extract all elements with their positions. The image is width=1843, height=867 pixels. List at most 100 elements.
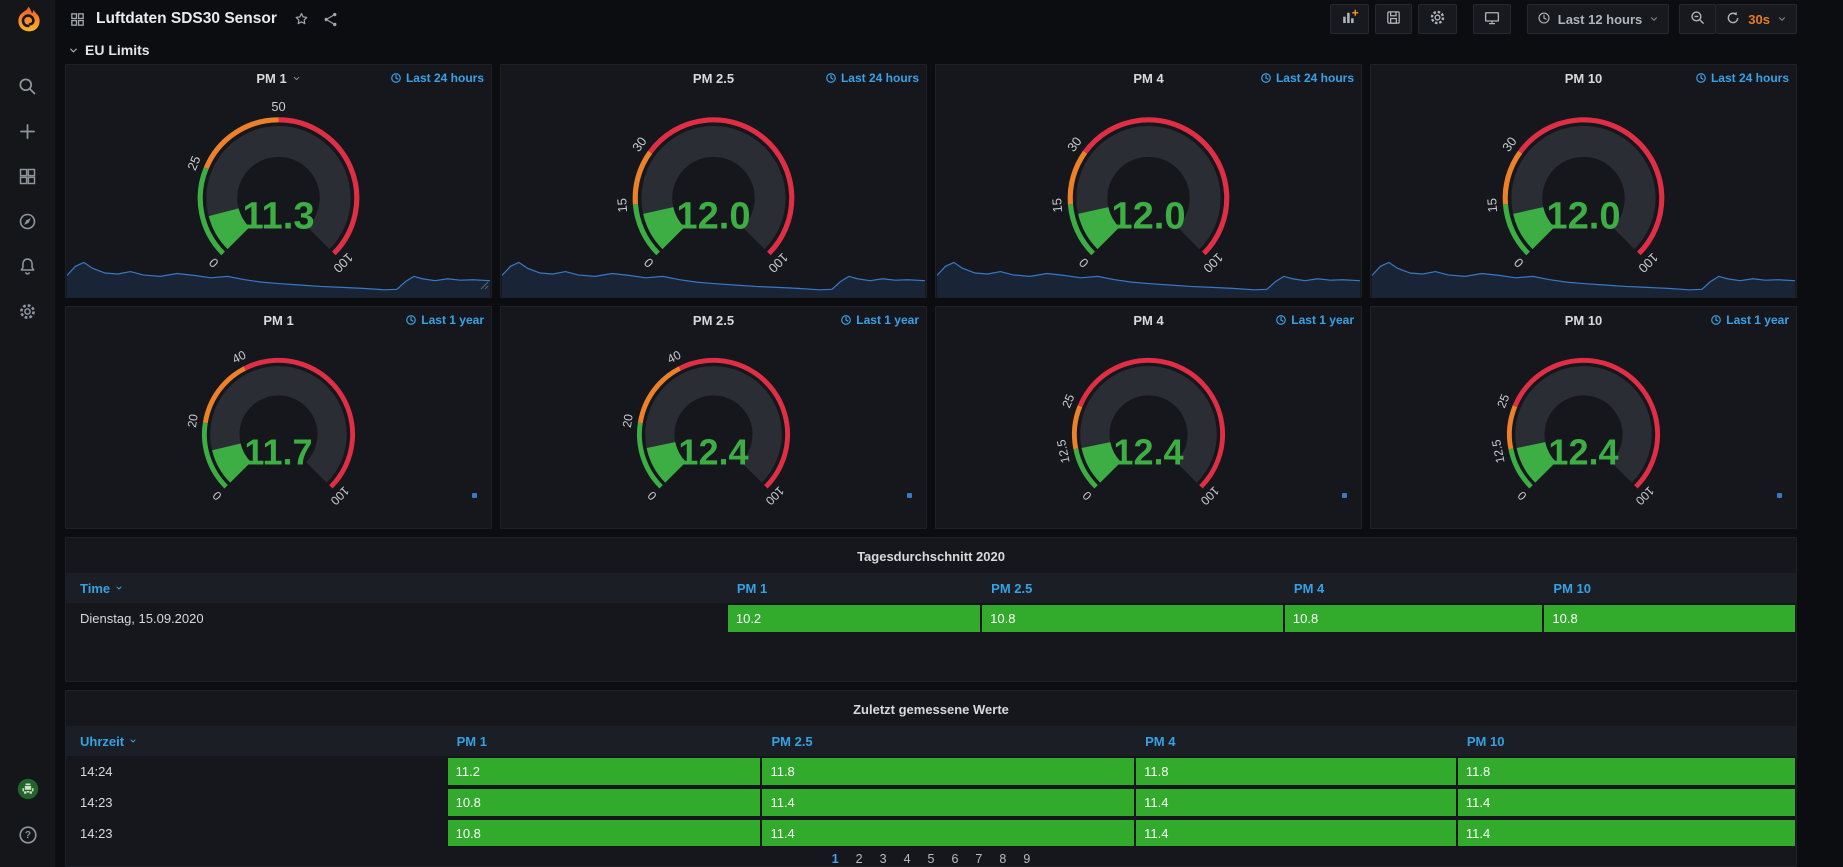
- gauge-tick-label: 15: [1049, 198, 1065, 213]
- pagination-page-9[interactable]: 9: [1023, 852, 1030, 866]
- sparkline-point: [907, 493, 912, 498]
- main-area: Luftdaten SDS30 Sensor Last 12 hours 30s…: [55, 0, 1843, 867]
- panel-time-range-link[interactable]: Last 24 hours: [825, 71, 919, 85]
- table-cell-value: 10.8: [447, 818, 762, 846]
- table-column-header-pm-4[interactable]: PM 4: [1284, 581, 1544, 596]
- panel-time-range-link[interactable]: Last 24 hours: [390, 71, 484, 85]
- gauge: 0 15 30 100 12.0: [1049, 117, 1230, 276]
- sidebar-item-explore[interactable]: [13, 209, 43, 233]
- table-column-header-uhrzeit[interactable]: Uhrzeit: [66, 734, 447, 749]
- panel-title[interactable]: PM 2.5: [693, 71, 734, 86]
- panel-title[interactable]: PM 4: [1133, 313, 1163, 328]
- panel-resize-handle[interactable]: [480, 277, 489, 295]
- gauge: 0 20 40 100 11.7: [185, 348, 356, 508]
- gauge-body: 0 15 30 100 12.0: [936, 91, 1361, 297]
- dashboard-title[interactable]: Luftdaten SDS30 Sensor: [96, 10, 277, 28]
- sidebar-item-search[interactable]: [13, 74, 43, 98]
- table-column-header-pm-1[interactable]: PM 1: [447, 734, 762, 749]
- panel-time-range-link[interactable]: Last 24 hours: [1695, 71, 1789, 85]
- gauge-tick-label: 15: [614, 198, 630, 213]
- sidebar-item-alerting[interactable]: [13, 254, 43, 278]
- zoom-out-icon: [1689, 9, 1706, 29]
- table-column-header-time[interactable]: Time: [66, 581, 727, 596]
- table-column-header-pm-2-5[interactable]: PM 2.5: [761, 734, 1135, 749]
- panel-time-range-link[interactable]: Last 24 hours: [1260, 71, 1354, 85]
- table-column-header-pm-10[interactable]: PM 10: [1457, 734, 1796, 749]
- share-icon[interactable]: [322, 11, 339, 28]
- pagination-page-2[interactable]: 2: [856, 852, 863, 866]
- clock-icon: [1710, 314, 1722, 326]
- panel-title[interactable]: PM 4: [1133, 71, 1163, 86]
- add-panel-button[interactable]: [1329, 4, 1369, 34]
- sparkline-point: [472, 493, 477, 498]
- table-column-header-pm-1[interactable]: PM 1: [727, 581, 981, 596]
- table-cell-value: 11.4: [761, 818, 1135, 846]
- table-body: Dienstag, 15.09.2020 10.2 10.8 10.8 10.8: [66, 603, 1796, 681]
- value-cell-fill: 11.4: [762, 789, 1135, 816]
- pagination-page-7[interactable]: 7: [975, 852, 982, 866]
- sidebar-item-profile[interactable]: [13, 777, 43, 801]
- clock-icon: [1695, 72, 1707, 84]
- panel-title[interactable]: PM 1: [263, 313, 293, 328]
- pagination-page-6[interactable]: 6: [951, 852, 958, 866]
- panel-title[interactable]: PM 1: [256, 71, 300, 86]
- cycle-view-button[interactable]: [1472, 4, 1511, 34]
- pagination-page-3[interactable]: 3: [880, 852, 887, 866]
- sidebar-item-create[interactable]: [13, 119, 43, 143]
- panel-time-range-label: Last 24 hours: [840, 71, 919, 85]
- panel-title[interactable]: PM 2.5: [693, 313, 734, 328]
- panel-title-label: PM 4: [1133, 70, 1164, 86]
- gauge-value: 11.3: [242, 196, 314, 238]
- table-header-row: Uhrzeit PM 1 PM 2.5 PM 4 PM 10: [66, 726, 1796, 756]
- sidebar-bottom: ?: [13, 777, 43, 847]
- dashboards-icon: [17, 166, 38, 187]
- table-column-header-pm-4[interactable]: PM 4: [1135, 734, 1457, 749]
- table-column-header-pm-2-5[interactable]: PM 2.5: [981, 581, 1284, 596]
- column-header-label: PM 10: [1553, 580, 1591, 596]
- table-row: 14:24 11.2 11.8 11.8 11.8: [66, 756, 1796, 787]
- sidebar-item-dashboards[interactable]: [13, 164, 43, 188]
- table-column-header-pm-10[interactable]: PM 10: [1543, 581, 1796, 596]
- panel-header: PM 10 Last 1 year: [1371, 307, 1796, 333]
- panel-time-range-label: Last 24 hours: [405, 71, 484, 85]
- panel-title-label: PM 2.5: [692, 312, 735, 328]
- pagination-page-8[interactable]: 8: [999, 852, 1006, 866]
- gauge-tick-label: 0: [206, 255, 222, 271]
- table-cell-value: 11.4: [761, 787, 1135, 818]
- section-row-eu-limits[interactable]: EU Limits: [55, 38, 1797, 62]
- gauge-tick-label: 30: [629, 134, 650, 154]
- panel-title[interactable]: PM 10: [1565, 71, 1603, 86]
- clock-icon: [1260, 72, 1272, 84]
- time-range-picker[interactable]: Last 12 hours: [1526, 4, 1670, 34]
- panel-menu-caret-icon: [292, 74, 301, 83]
- grafana-app: ? Luftdaten SDS30 Sensor Last 12 hours 3…: [0, 0, 1843, 867]
- panel-time-range-link[interactable]: Last 1 year: [405, 313, 484, 327]
- refresh-button[interactable]: 30s: [1716, 4, 1797, 34]
- panel-header: PM 10 Last 24 hours: [1371, 65, 1796, 91]
- grafana-logo[interactable]: [13, 5, 43, 40]
- save-dashboard-button[interactable]: [1374, 4, 1412, 34]
- pagination-page-5[interactable]: 5: [928, 852, 935, 866]
- gauge: 0 15 30 100 12.0: [1484, 117, 1665, 276]
- plus-icon: [17, 121, 38, 142]
- table-header-row: Time PM 1 PM 2.5 PM 4 PM 10: [66, 573, 1796, 603]
- table-row: 14:23 10.8 11.4 11.4 11.4: [66, 787, 1796, 818]
- pagination-page-1[interactable]: 1: [832, 852, 839, 866]
- gauge: 0 15 30 100 12.0: [614, 117, 795, 276]
- panel-title[interactable]: PM 10: [1565, 313, 1603, 328]
- sidebar-item-help[interactable]: ?: [13, 823, 43, 847]
- dashboard-settings-button[interactable]: [1417, 4, 1457, 34]
- zoom-out-button[interactable]: [1679, 4, 1717, 34]
- table-panel-tagesdurchschnitt: Tagesdurchschnitt 2020 Time PM 1 PM 2.5 PM 4…: [65, 537, 1797, 682]
- panel-time-range-link[interactable]: Last 1 year: [1710, 313, 1789, 327]
- panel-time-range-link[interactable]: Last 1 year: [840, 313, 919, 327]
- gauge-tick-label: 20: [620, 413, 636, 429]
- gauge-panel-pm-1-last-1-year: PM 1 Last 1 year 0 20 40 100 11.7: [65, 306, 492, 529]
- panel-time-range-link[interactable]: Last 1 year: [1275, 313, 1354, 327]
- star-icon[interactable]: [293, 11, 310, 28]
- cycle-view-icon: [1483, 9, 1501, 30]
- sidebar-item-configuration[interactable]: [13, 299, 43, 323]
- value-cell-fill: 11.2: [447, 758, 761, 785]
- pagination-page-4[interactable]: 4: [904, 852, 911, 866]
- gauge-row-1y: PM 1 Last 1 year 0 20 40 100 11.7 PM 2.5 Last 1 …: [65, 306, 1797, 529]
